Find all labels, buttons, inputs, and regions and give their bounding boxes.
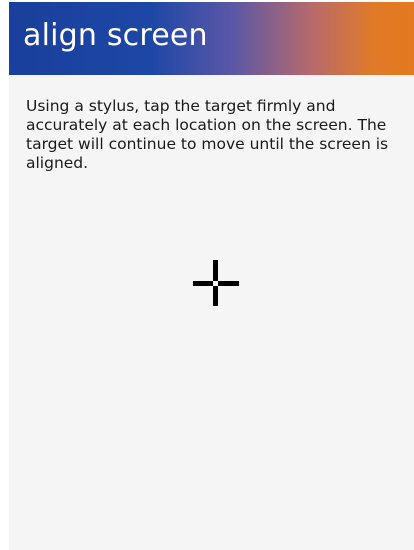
page-title: align screen [23,18,208,53]
crosshair-icon[interactable] [193,260,239,306]
title-bar: align screen [9,2,414,75]
align-screen: align screen Using a stylus, tap the tar… [9,2,414,550]
crosshair-center [213,281,218,286]
instructions-text: Using a stylus, tap the target firmly an… [26,97,389,172]
